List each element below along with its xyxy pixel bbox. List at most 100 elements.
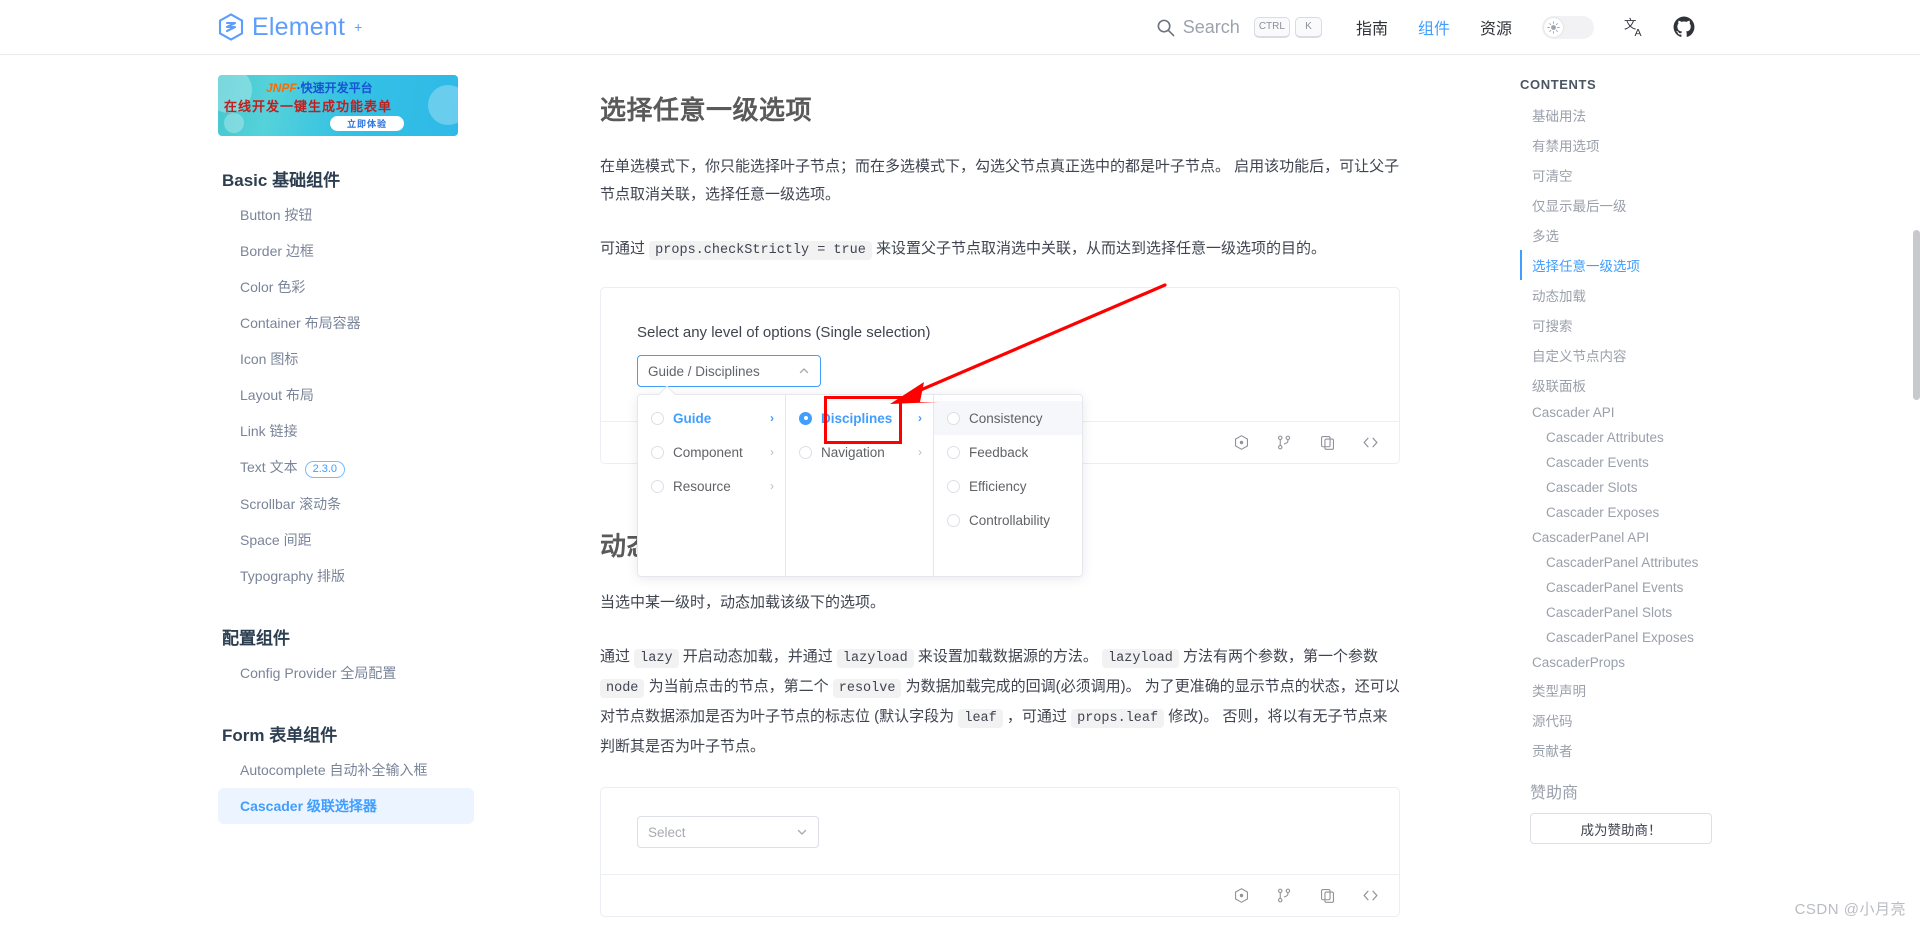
sidebar-item-text-version-badge: 2.3.0 bbox=[304, 460, 346, 478]
github-link-button[interactable] bbox=[1673, 16, 1695, 38]
sidebar-item-icon[interactable]: Icon 图标 bbox=[218, 341, 474, 377]
sidebar-item-autocomplete[interactable]: Autocomplete 自动补全输入框 bbox=[218, 752, 474, 788]
toc-item-cascader-attributes[interactable]: Cascader Attributes bbox=[1520, 425, 1760, 450]
cascader-option-guide[interactable]: Guide › bbox=[638, 401, 785, 435]
demo-card-lazy-load: Select bbox=[600, 787, 1400, 917]
site-header: Element + Search CTRL K 指南 组件 资源 文 A bbox=[0, 0, 1920, 55]
view-source-icon[interactable] bbox=[1362, 434, 1379, 451]
search-button[interactable]: Search CTRL K bbox=[1156, 16, 1322, 38]
toc-item-basic-usage[interactable]: 基础用法 bbox=[1520, 100, 1760, 130]
sidebar-item-space[interactable]: Space 间距 bbox=[218, 522, 474, 558]
page-scrollbar-thumb[interactable] bbox=[1913, 230, 1920, 400]
kbd-k: K bbox=[1294, 16, 1322, 38]
playground-icon[interactable] bbox=[1233, 887, 1250, 904]
search-label: Search bbox=[1182, 16, 1240, 37]
chevron-right-icon: › bbox=[770, 479, 774, 493]
toc-item-contributors[interactable]: 贡献者 bbox=[1520, 735, 1760, 765]
sidebar-item-button[interactable]: Button 按钮 bbox=[218, 197, 474, 233]
toc-item-custom-node[interactable]: 自定义节点内容 bbox=[1520, 340, 1760, 370]
cascader-option-label: Guide bbox=[673, 410, 712, 426]
radio-icon[interactable] bbox=[651, 445, 664, 459]
radio-icon[interactable] bbox=[947, 445, 960, 459]
radio-icon[interactable] bbox=[947, 411, 960, 425]
sidebar-item-scrollbar[interactable]: Scrollbar 滚动条 bbox=[218, 486, 474, 522]
cascader-option-efficiency[interactable]: Efficiency bbox=[934, 469, 1082, 503]
toc-item-cascaderprops[interactable]: CascaderProps bbox=[1520, 650, 1760, 675]
toc-item-lazy-load[interactable]: 动态加载 bbox=[1520, 280, 1760, 310]
sidebar-item-config-provider[interactable]: Config Provider 全局配置 bbox=[218, 655, 474, 691]
cascader-option-label: Controllability bbox=[969, 512, 1051, 528]
nav-components[interactable]: 组件 bbox=[1418, 15, 1450, 39]
nav-resources[interactable]: 资源 bbox=[1480, 15, 1512, 39]
sidebar-item-color[interactable]: Color 色彩 bbox=[218, 269, 474, 305]
cascader-option-controllability[interactable]: Controllability bbox=[934, 503, 1082, 537]
radio-icon[interactable] bbox=[947, 479, 960, 493]
radio-icon[interactable] bbox=[799, 445, 812, 459]
cascader-option-resource[interactable]: Resource › bbox=[638, 469, 785, 503]
toc-item-filterable[interactable]: 可搜索 bbox=[1520, 310, 1760, 340]
copy-code-icon[interactable] bbox=[1319, 887, 1336, 904]
table-of-contents: CONTENTS 基础用法 有禁用选项 可清空 仅显示最后一级 多选 选择任意一… bbox=[1520, 55, 1760, 844]
site-logo[interactable]: Element + bbox=[218, 13, 362, 42]
radio-icon-checked[interactable] bbox=[799, 411, 812, 425]
toc-item-cascader-events[interactable]: Cascader Events bbox=[1520, 450, 1760, 475]
sidebar-ad-banner[interactable]: JNPF·快速开发平台 在线开发一键生成功能表单 立即体验 bbox=[218, 75, 458, 136]
copy-code-icon[interactable] bbox=[1319, 434, 1336, 451]
toc-item-type-declarations[interactable]: 类型声明 bbox=[1520, 675, 1760, 705]
cascader-option-navigation[interactable]: Navigation › bbox=[786, 435, 933, 469]
code-props-leaf: props.leaf bbox=[1071, 709, 1165, 728]
cascader-option-disciplines[interactable]: Disciplines › bbox=[786, 401, 933, 435]
view-source-icon[interactable] bbox=[1362, 887, 1379, 904]
sidebar-item-typography[interactable]: Typography 排版 bbox=[218, 558, 474, 594]
sun-icon bbox=[1547, 20, 1560, 34]
toc-item-cascader-exposes[interactable]: Cascader Exposes bbox=[1520, 500, 1760, 525]
edit-on-github-icon[interactable] bbox=[1276, 887, 1293, 904]
radio-icon[interactable] bbox=[947, 513, 960, 527]
toc-item-cascader-api[interactable]: Cascader API bbox=[1520, 400, 1760, 425]
cascader-input[interactable]: Guide / Disciplines bbox=[637, 355, 821, 387]
radio-icon[interactable] bbox=[651, 411, 664, 425]
banner-subline: 在线开发一键生成功能表单 bbox=[224, 99, 393, 114]
toc-item-show-last-level[interactable]: 仅显示最后一级 bbox=[1520, 190, 1760, 220]
cascader-input-lazy[interactable]: Select bbox=[637, 816, 819, 848]
cascader-option-label: Resource bbox=[673, 478, 731, 494]
cascader-option-label: Efficiency bbox=[969, 478, 1027, 494]
checkstrictly-prefix: 可通过 bbox=[600, 240, 650, 257]
nav-guide[interactable]: 指南 bbox=[1356, 15, 1388, 39]
sidebar-item-link[interactable]: Link 链接 bbox=[218, 413, 474, 449]
toc-item-cascaderpanel-attributes[interactable]: CascaderPanel Attributes bbox=[1520, 550, 1760, 575]
sidebar-group-title-config: 配置组件 bbox=[222, 628, 290, 648]
sidebar-item-layout[interactable]: Layout 布局 bbox=[218, 377, 474, 413]
toc-item-cascader-panel[interactable]: 级联面板 bbox=[1520, 370, 1760, 400]
toc-item-cascaderpanel-events[interactable]: CascaderPanel Events bbox=[1520, 575, 1760, 600]
cascader-option-feedback[interactable]: Feedback bbox=[934, 435, 1082, 469]
sidebar-item-container[interactable]: Container 布局容器 bbox=[218, 305, 474, 341]
lazy-text-g: ，可通过 bbox=[1002, 708, 1072, 725]
sidebar-item-cascader[interactable]: Cascader 级联选择器 bbox=[218, 787, 474, 824]
theme-toggle[interactable] bbox=[1542, 15, 1594, 39]
toc-item-source-code[interactable]: 源代码 bbox=[1520, 705, 1760, 735]
edit-on-github-icon[interactable] bbox=[1276, 434, 1293, 451]
toc-item-cascaderpanel-api[interactable]: CascaderPanel API bbox=[1520, 525, 1760, 550]
toc-item-cascaderpanel-slots[interactable]: CascaderPanel Slots bbox=[1520, 600, 1760, 625]
lazy-text-b: 开启动态加载，并通过 bbox=[678, 648, 837, 665]
toc-item-multiple[interactable]: 多选 bbox=[1520, 220, 1760, 250]
radio-icon[interactable] bbox=[651, 479, 664, 493]
cascader-option-consistency[interactable]: Consistency bbox=[934, 401, 1082, 435]
become-sponsor-button[interactable]: 成为赞助商！ bbox=[1530, 813, 1712, 844]
playground-icon[interactable] bbox=[1233, 434, 1250, 451]
search-icon bbox=[1157, 19, 1175, 36]
toc-item-cascaderpanel-exposes[interactable]: CascaderPanel Exposes bbox=[1520, 625, 1760, 650]
language-switch-button[interactable]: 文 A bbox=[1624, 16, 1647, 39]
toc-item-cascader-slots[interactable]: Cascader Slots bbox=[1520, 475, 1760, 500]
cascader-option-component[interactable]: Component › bbox=[638, 435, 785, 469]
banner-cta-button[interactable]: 立即体验 bbox=[330, 116, 404, 131]
sidebar-item-border[interactable]: Border 边框 bbox=[218, 233, 474, 269]
toc-item-any-level[interactable]: 选择任意一级选项 bbox=[1520, 250, 1760, 280]
code-leaf: leaf bbox=[958, 709, 1003, 728]
sidebar-group-title-basic: Basic 基础组件 bbox=[222, 171, 341, 190]
banner-headline-text: ·快速开发平台 bbox=[296, 81, 373, 95]
sidebar-item-text[interactable]: Text 文本 2.3.0 bbox=[218, 449, 474, 486]
toc-item-clearable[interactable]: 可清空 bbox=[1520, 160, 1760, 190]
toc-item-disabled-option[interactable]: 有禁用选项 bbox=[1520, 130, 1760, 160]
